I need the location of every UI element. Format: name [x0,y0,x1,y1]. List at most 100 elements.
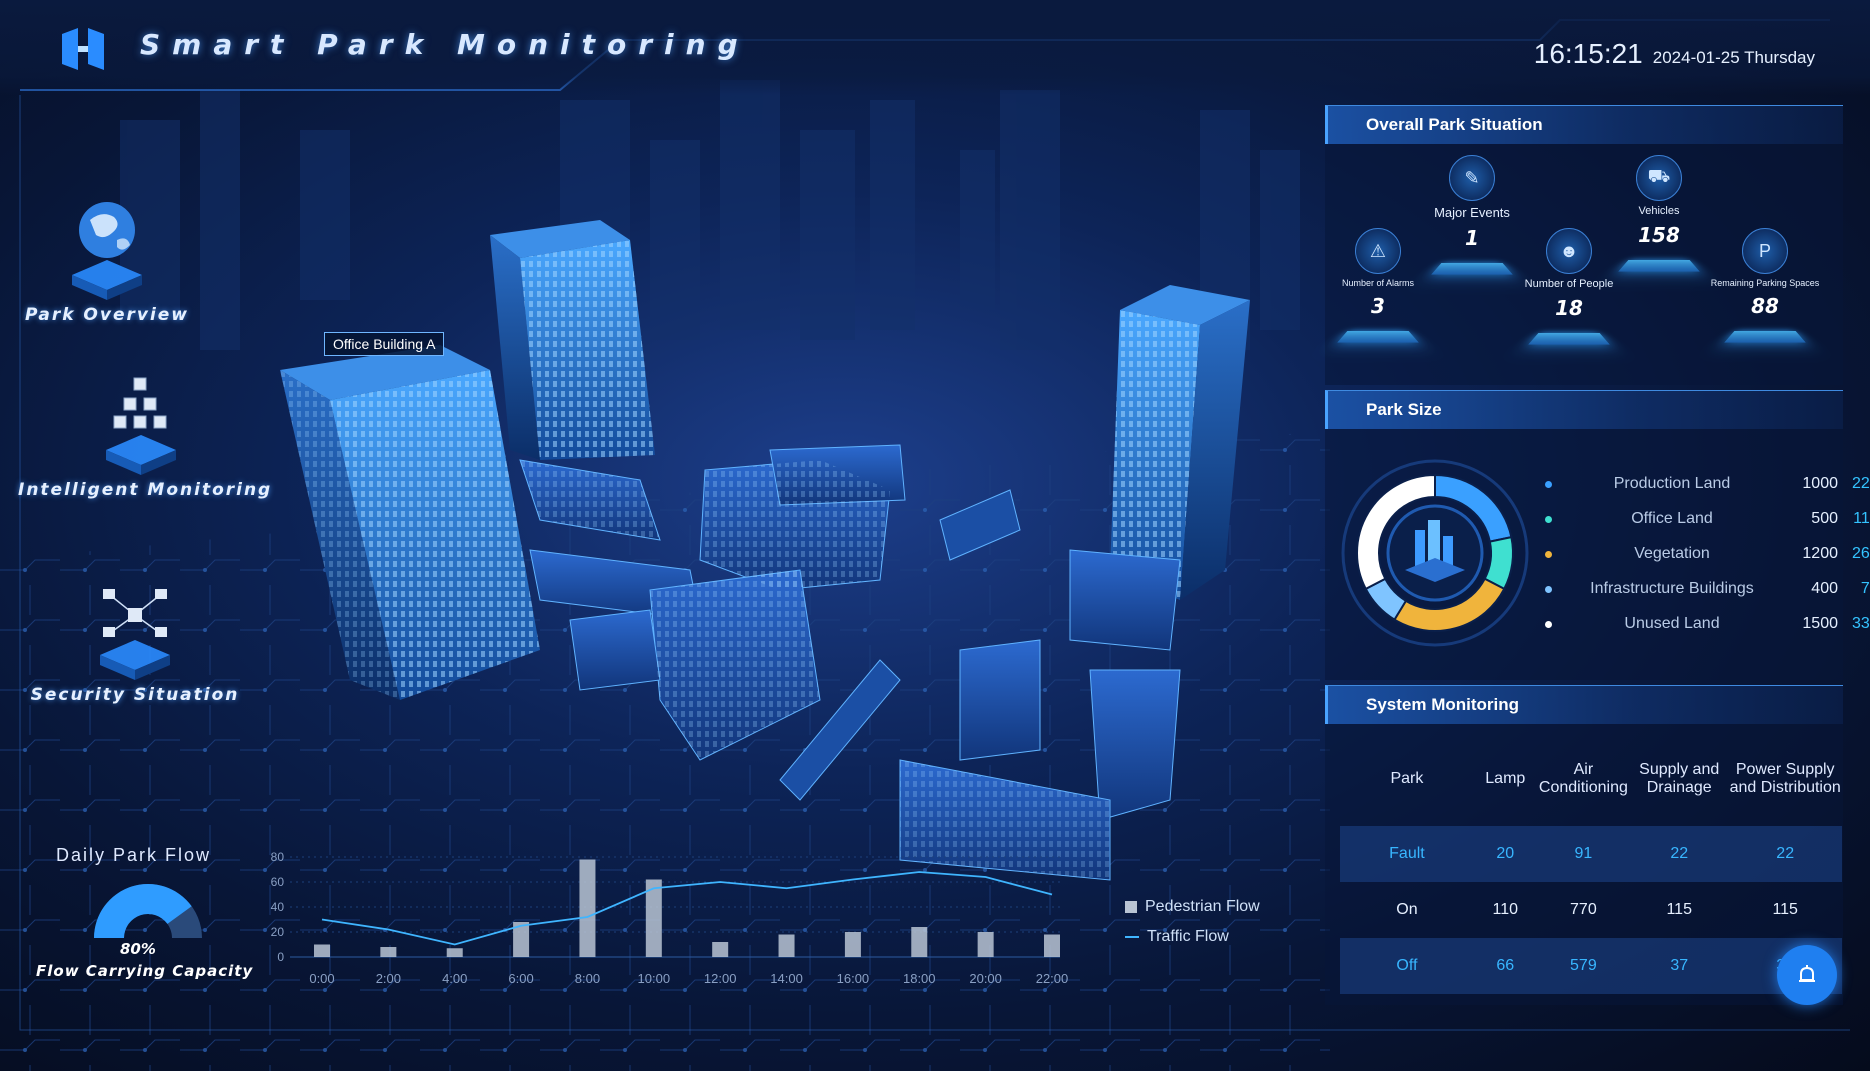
cell: 37 [1670,957,1689,974]
stat-value: 1 [1465,226,1479,250]
legend-pedestrian: Pedestrian Flow [1125,898,1260,916]
cell: Fault [1389,845,1425,862]
nav-label: Park Overview [24,305,190,325]
x-tick-label: 18:00 [903,971,936,986]
header-bar: Smart Park Monitoring 16:15:21 2024-01-2… [0,0,1870,95]
bar-pedestrian [977,932,994,957]
globe-icon [72,202,142,300]
gauge-percent: 80% [120,940,156,958]
stat-parking[interactable]: P Remaining Parking Spaces 88 [1700,228,1830,344]
cell: 20 [1496,845,1515,862]
people-icon: ☻ [1546,228,1592,274]
daily-flow-chart: 0 20 40 60 80 0:00 2:00 4:00 6:00 8:00 10:00 12:00 1… [271,850,1069,986]
panel-title: Park Size [1325,390,1843,429]
building-label[interactable]: Office Building A [324,332,445,356]
x-tick-label: 20:00 [969,971,1002,986]
legend-name: Unused Land [1624,615,1720,632]
table-row-fault[interactable]: Fault 20 91 22 22 [1340,826,1842,882]
line-traffic [321,871,1053,946]
cell: 115 [1772,901,1798,918]
x-tick-label: 22:00 [1036,971,1069,986]
panel-title: System Monitoring [1325,685,1843,724]
legend-percent: 33% [1851,615,1870,632]
stat-value: 158 [1638,223,1680,247]
y-tick-label: 0 [277,950,284,964]
legend-name: Vegetation [1634,545,1710,562]
stat-value: 88 [1751,294,1779,318]
y-tick-label: 40 [271,900,285,914]
legend-item[interactable]: Vegetation 1200 26% [1545,545,1870,563]
legend-value: 400 [1811,580,1838,597]
legend-percent: 11% [1853,510,1870,527]
stat-label: Number of Alarms [1341,278,1415,288]
y-tick-label: 80 [271,850,285,864]
y-tick-label: 60 [271,875,285,889]
x-tick-label: 8:00 [575,971,600,986]
bar-pedestrian [1044,934,1060,957]
nav-label: Intelligent Monitoring [18,480,273,500]
legend-item[interactable]: Infrastructure Buildings 400 7% [1545,580,1870,598]
bar-pedestrian [314,944,330,957]
legend-dot [1545,550,1552,558]
park-size-donut [1341,459,1529,647]
legend-percent: 26% [1851,545,1870,562]
cell: On [1396,901,1418,918]
column-header: Air Conditioning [1538,761,1628,796]
bar-pedestrian [712,942,729,957]
legend-percent: 22% [1851,475,1870,492]
legend-dot [1545,620,1552,628]
bar-pedestrian [446,948,463,957]
bar-pedestrian [579,859,596,957]
legend-dot [1545,585,1552,593]
bar-legend-swatch [1125,901,1137,913]
line-legend-swatch [1125,936,1139,938]
system-table: Park Lamp Air Conditioning Supply and Dr… [1340,732,1842,994]
nav-label: Security Situation [30,685,240,705]
network-icon [100,589,170,680]
event-icon: ✎ [1449,155,1495,201]
table-row-off[interactable]: Off 66 579 37 37 [1340,938,1842,994]
table-row-on[interactable]: On 110 770 115 115 [1340,882,1842,938]
bell-icon [1799,965,1815,982]
nav-security-situation[interactable]: Security Situation [30,575,240,705]
app-title: Smart Park Monitoring [140,28,750,61]
capacity-gauge [94,884,202,938]
nav-park-overview[interactable]: Park Overview [22,195,192,325]
legend-item[interactable]: Office Land 500 11% [1545,510,1870,528]
legend-value: 1500 [1802,615,1838,632]
stat-vehicles[interactable]: ⛟ Vehicles 158 [1604,155,1714,273]
cell: 110 [1492,901,1519,918]
x-tick-label: 4:00 [442,971,467,986]
x-tick-label: 6:00 [508,971,533,986]
clock: 16:15:21 2024-01-25 Thursday [1534,38,1815,70]
cell: 22 [1670,845,1689,862]
legend-value: 1200 [1802,545,1838,562]
stat-pedestal [1618,260,1700,272]
column-header: Lamp [1485,770,1526,787]
stat-label: Remaining Parking Spaces [1710,278,1820,288]
legend-traffic: Traffic Flow [1125,928,1229,946]
legend-item[interactable]: Production Land 1000 22% [1545,475,1870,493]
stat-label: Vehicles [1638,205,1680,217]
nav-intelligent-monitoring[interactable]: Intelligent Monitoring [18,370,273,500]
column-header: Power Supply and Distribution [1729,761,1841,796]
y-tick-label: 20 [271,925,285,939]
clock-time: 16:15:21 [1533,38,1643,69]
legend-label: Pedestrian Flow [1145,898,1260,915]
cell: 770 [1570,901,1597,918]
cell: 91 [1574,845,1593,862]
legend-dot [1545,480,1552,488]
parking-icon: P [1742,228,1788,274]
x-tick-label: 16:00 [837,971,870,986]
legend-item[interactable]: Unused Land 1500 33% [1545,615,1870,633]
stat-pedestal [1431,263,1513,275]
stat-pedestal [1528,333,1610,345]
legend-value: 1000 [1802,475,1838,492]
column-header: Supply and Drainage [1639,761,1720,796]
clock-date: 2024-01-25 Thursday [1652,48,1815,67]
stat-label: Major Events [1434,205,1510,220]
alarm-bell-button[interactable] [1777,945,1837,1005]
stat-value: 18 [1555,296,1583,320]
stat-major-events[interactable]: ✎ Major Events 1 [1417,155,1527,276]
x-tick-label: 10:00 [638,971,671,986]
